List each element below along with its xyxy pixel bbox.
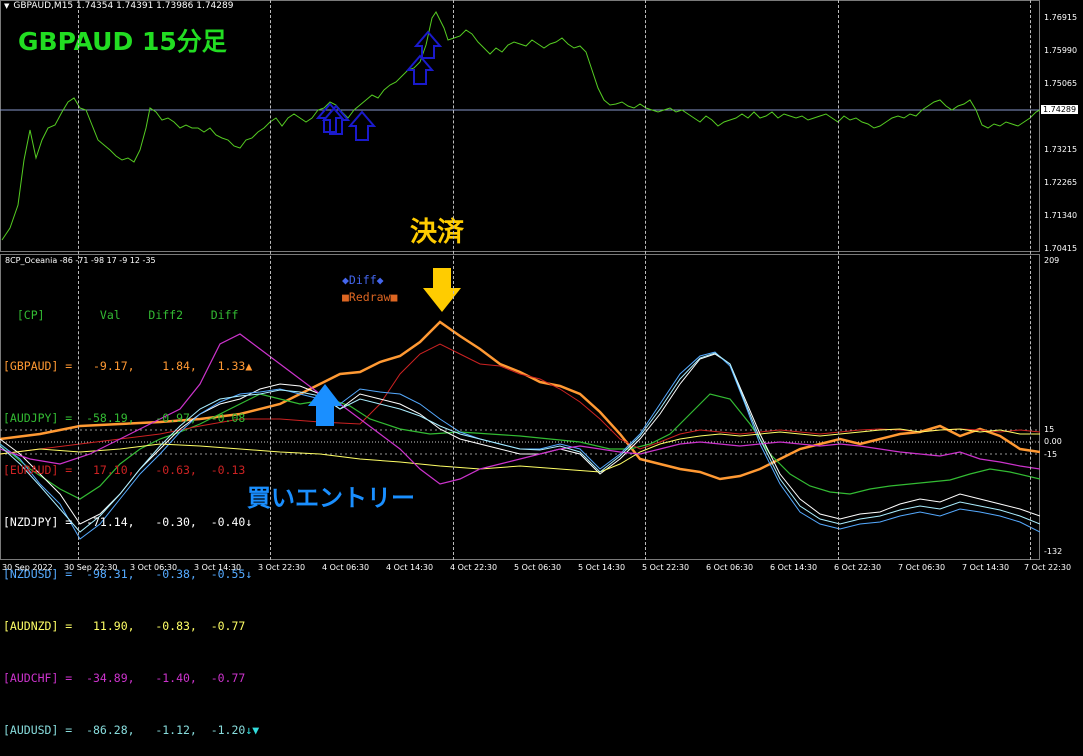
period-separator [453,0,454,560]
cp-row-euraud: [EURAUD] = 17.10, -0.63, -0.13 [3,463,246,478]
time-tick: 7 Oct 14:30 [962,563,1010,572]
time-tick: 5 Oct 22:30 [642,563,690,572]
cp-row-audnzd: [AUDNZD] = 11.90, -0.83, -0.77 [3,618,246,633]
time-tick: 3 Oct 14:30 [194,563,242,572]
period-separator [270,0,271,560]
time-tick: 4 Oct 14:30 [386,563,434,572]
time-tick: 5 Oct 14:30 [578,563,626,572]
period-separator [78,0,79,560]
cp-table-header: [CP] Val Diff2 Diff [3,307,239,322]
time-tick: 6 Oct 06:30 [706,563,754,572]
price-chart-svg [0,11,1040,241]
price-tick: 1.75990 [1044,46,1078,55]
price-tick: 1.72265 [1044,178,1078,187]
cp-row-mark: ▲ [245,359,253,374]
diff-legend: ◆Diff◆ [342,273,384,287]
price-tick: 1.70415 [1044,244,1078,253]
time-tick: 4 Oct 22:30 [450,563,498,572]
cp-row-audjpy: [AUDJPY] = -58.19, -0.97, -0.08 [3,411,246,426]
cp-row-mark: ↓ [245,515,253,530]
time-tick: 30 Sep 2022 [2,563,53,572]
cp-table: [CP] Val Diff2 Diff [GBPAUD] = -9.17, 1.… [3,272,259,756]
time-tick: 5 Oct 06:30 [514,563,562,572]
buy-entry-annotation: 買いエントリー [247,484,415,512]
price-tick: 1.73215 [1044,145,1078,154]
cp-row-audchf: [AUDCHF] = -34.89, -1.40, -0.77 [3,670,246,685]
price-line [1,11,1040,241]
indicator-tick: 209 [1044,256,1060,265]
current-price-tag: 1.74289 [1041,105,1079,114]
buy-signal-arrows [315,30,443,141]
time-tick: 3 Oct 06:30 [130,563,178,572]
buy-entry-arrow [308,384,342,426]
time-tick: 3 Oct 22:30 [258,563,306,572]
indicator-tick: 0.00 [1044,437,1062,446]
price-tick: 1.76915 [1044,13,1078,22]
cp-row-gbpaud: [GBPAUD] = -9.17, 1.84, 1.33▲ [3,359,253,374]
period-separator [1030,0,1031,560]
time-tick: 30 Sep 22:30 [64,563,118,572]
redraw-legend[interactable]: ■Redraw■ [342,289,397,306]
indicator-tick: -132 [1044,547,1063,556]
period-separator [838,0,839,560]
indicator-tick: 15 [1044,425,1055,434]
cp-row-nzdjpy: [NZDJPY] = -71.14, -0.30, -0.40↓ [3,515,253,530]
cp-row-mark: ↓▼ [245,722,260,737]
time-tick: 6 Oct 22:30 [834,563,882,572]
cp-row-audusd: [AUDUSD] = -86.28, -1.12, -1.20↓▼ [3,722,260,737]
price-tick: 1.75065 [1044,79,1078,88]
settle-annotation: 決済 [410,217,464,248]
indicator-tick: -15 [1044,450,1058,459]
settle-arrow [423,268,461,312]
period-separator [645,0,646,560]
price-tick: 1.71340 [1044,211,1078,220]
time-tick: 7 Oct 06:30 [898,563,946,572]
time-tick: 7 Oct 22:30 [1024,563,1072,572]
time-tick: 6 Oct 14:30 [770,563,818,572]
time-axis: 30 Sep 2022 30 Sep 22:30 3 Oct 06:30 3 O… [0,560,1083,578]
time-tick: 4 Oct 06:30 [322,563,370,572]
